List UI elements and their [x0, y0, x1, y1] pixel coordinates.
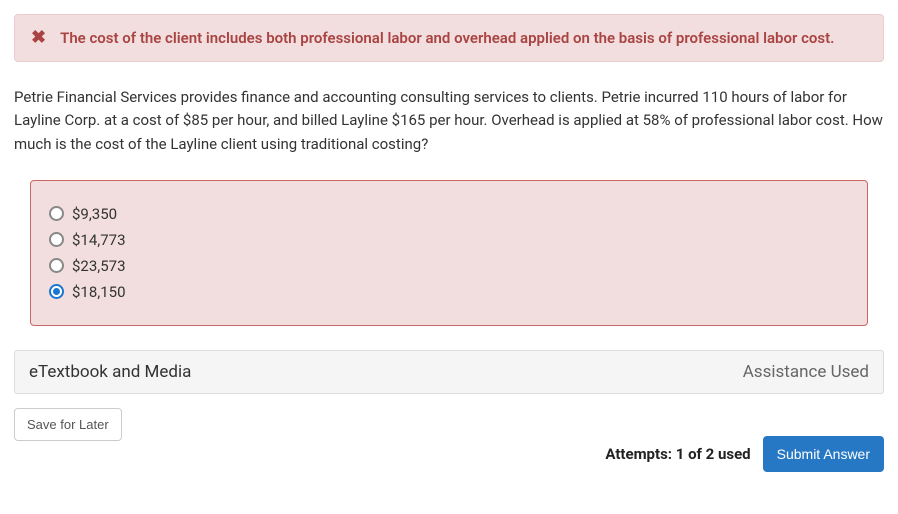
feedback-alert: ✖ The cost of the client includes both p… — [14, 14, 884, 62]
right-actions: Attempts: 1 of 2 used Submit Answer — [605, 436, 884, 472]
close-icon[interactable]: ✖ — [31, 29, 46, 47]
bottom-actions: Save for Later Attempts: 1 of 2 used Sub… — [14, 408, 884, 472]
radio-icon[interactable] — [49, 206, 64, 221]
option-label: $23,573 — [72, 257, 126, 275]
option-0[interactable]: $9,350 — [49, 201, 849, 227]
radio-icon[interactable] — [49, 232, 64, 247]
option-1[interactable]: $14,773 — [49, 227, 849, 253]
submit-answer-button[interactable]: Submit Answer — [763, 436, 884, 472]
alert-text: The cost of the client includes both pro… — [60, 29, 834, 47]
answer-options: $9,350 $14,773 $23,573 $18,150 — [30, 180, 868, 326]
radio-icon[interactable] — [49, 284, 64, 299]
option-2[interactable]: $23,573 — [49, 253, 849, 279]
accordion-etextbook[interactable]: eTextbook and Media Assistance Used — [14, 350, 884, 394]
option-label: $9,350 — [72, 205, 117, 223]
option-label: $14,773 — [72, 231, 126, 249]
save-for-later-button[interactable]: Save for Later — [14, 408, 122, 441]
option-3[interactable]: $18,150 — [49, 279, 849, 305]
attempts-text: Attempts: 1 of 2 used — [605, 445, 750, 463]
assistance-used-label: Assistance Used — [743, 362, 869, 382]
radio-icon[interactable] — [49, 258, 64, 273]
question-text: Petrie Financial Services provides finan… — [14, 86, 884, 156]
accordion-title: eTextbook and Media — [29, 362, 191, 382]
option-label: $18,150 — [72, 283, 126, 301]
